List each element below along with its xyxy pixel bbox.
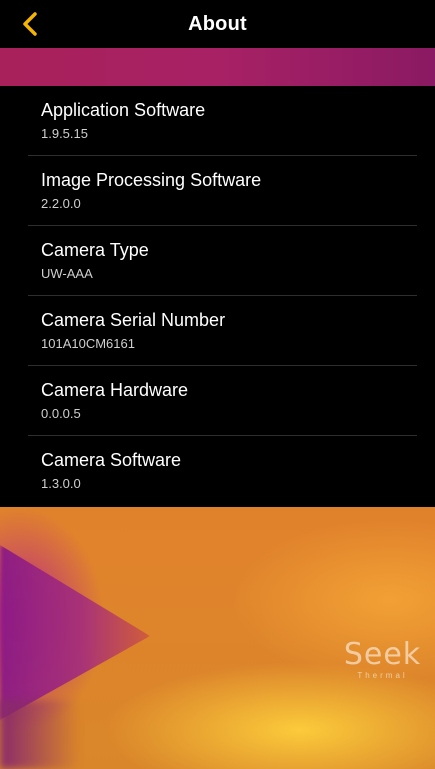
logo-sub-text: Thermal	[357, 671, 408, 680]
item-label: Camera Serial Number	[41, 310, 226, 330]
item-label: Camera Type	[41, 240, 149, 260]
list-item: Camera Software 1.3.0.0	[28, 436, 417, 506]
item-value: 101A10CM6161	[41, 336, 135, 351]
item-label: Camera Hardware	[41, 380, 189, 400]
item-value: 1.9.5.15	[41, 126, 88, 141]
item-value: 0.0.0.5	[41, 406, 81, 421]
thermal-shadow	[0, 700, 80, 769]
page-title: About	[188, 12, 247, 35]
item-label: Camera Software	[41, 450, 182, 470]
item-label: Image Processing Software	[41, 170, 262, 190]
about-list: Application Software 1.9.5.15 Image Proc…	[0, 86, 435, 507]
chevron-left-icon	[23, 12, 37, 36]
item-value: 1.3.0.0	[41, 476, 81, 491]
list-item: Camera Serial Number 101A10CM6161	[28, 296, 417, 366]
seek-thermal-logo: Seek Thermal	[340, 637, 425, 681]
item-value: 2.2.0.0	[41, 196, 81, 211]
thermal-palette-strip	[0, 48, 435, 86]
thermal-wedge	[0, 545, 150, 720]
list-item: Camera Type UW-AAA	[28, 226, 417, 296]
item-value: UW-AAA	[41, 266, 93, 281]
top-bar: About	[0, 0, 435, 48]
logo-main-text: Seek	[343, 637, 422, 672]
back-button[interactable]	[14, 8, 46, 40]
list-item: Image Processing Software 2.2.0.0	[28, 156, 417, 226]
list-item: Camera Hardware 0.0.0.5	[28, 366, 417, 436]
item-label: Application Software	[41, 100, 206, 120]
list-item: Application Software 1.9.5.15	[28, 86, 417, 156]
about-screen: About Application Software 1.9.5.15 Imag…	[0, 0, 435, 769]
